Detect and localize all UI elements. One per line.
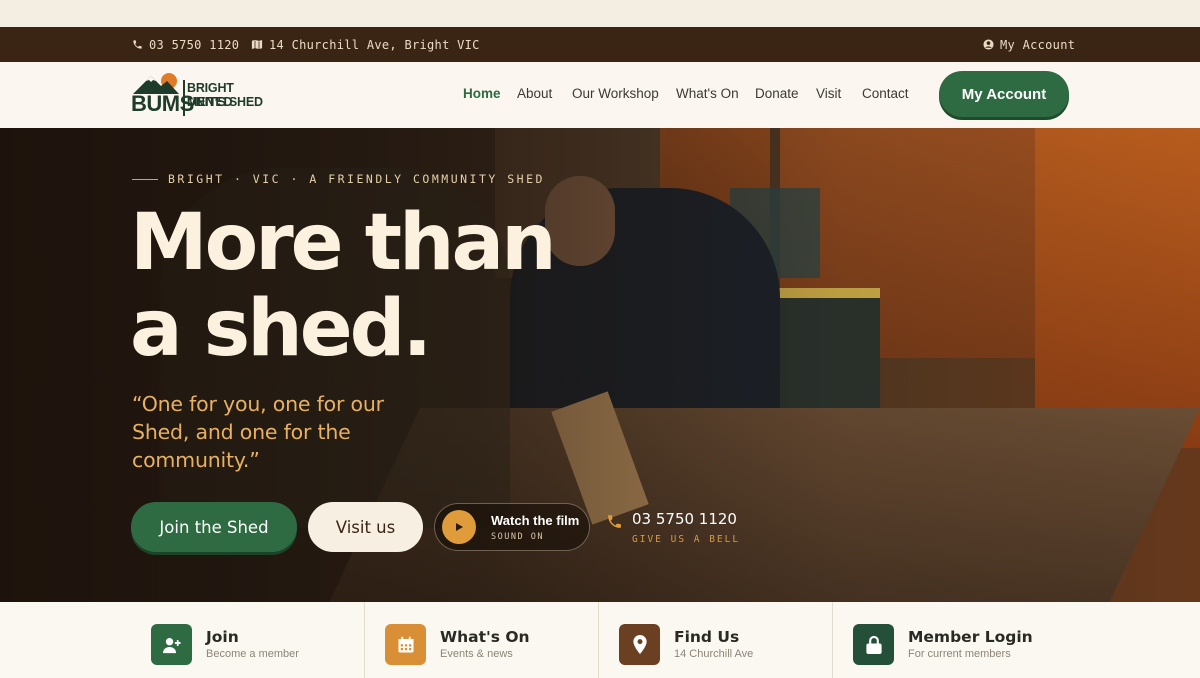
hero-quote: “One for you, one for our Shed, and one … <box>132 392 384 472</box>
hero-title: More than a shed. <box>130 198 557 374</box>
topbar-address-text: 14 Churchill Ave, Bright VIC <box>269 37 480 52</box>
card-whats-on[interactable]: What's On Events & news <box>365 602 599 678</box>
watch-film-button[interactable]: Watch the film SOUND ON <box>434 503 590 551</box>
card-subtitle: Events & news <box>440 648 513 660</box>
topbar-phone-text: 03 5750 1120 <box>149 37 240 52</box>
hero-phone[interactable]: 03 5750 1120 GIVE US A BELL <box>606 510 740 545</box>
user-circle-icon <box>982 39 994 51</box>
card-subtitle: For current members <box>908 648 1011 660</box>
hero-phone-number: 03 5750 1120 <box>632 510 737 528</box>
card-subtitle: Become a member <box>206 648 299 660</box>
visit-us-button[interactable]: Visit us <box>308 502 423 552</box>
play-icon <box>442 510 476 544</box>
map-icon <box>251 39 263 51</box>
film-title: Watch the film <box>491 512 580 528</box>
phone-icon <box>131 39 143 51</box>
card-title: Join <box>206 628 239 646</box>
nav-about[interactable]: About <box>517 86 552 101</box>
quick-links: Join Become a member What's On Events & … <box>0 602 1200 678</box>
nav-our-workshop[interactable]: Our Workshop <box>572 86 659 101</box>
map-pin-icon <box>619 624 660 665</box>
hero-title-line2: a shed. <box>130 284 432 374</box>
film-subtitle: SOUND ON <box>491 531 544 542</box>
eyebrow-line <box>132 178 158 180</box>
phone-icon <box>606 513 623 535</box>
topbar-account-link[interactable]: My Account <box>982 27 1075 62</box>
nav-whats-on[interactable]: What's On <box>676 86 739 101</box>
card-find-us[interactable]: Find Us 14 Churchill Ave <box>599 602 833 678</box>
hero: BRIGHT · VIC · A FRIENDLY COMMUNITY SHED… <box>0 128 1200 602</box>
hero-phone-sub: GIVE US A BELL <box>632 534 741 545</box>
nav-donate[interactable]: Donate <box>755 86 799 101</box>
site-header: BUMS BRIGHT UNITED MEN’S SHED Home About… <box>0 62 1200 128</box>
card-member-login[interactable]: Member Login For current members <box>833 602 1067 678</box>
logo-divider <box>183 80 185 116</box>
nav-home[interactable]: Home <box>463 86 501 101</box>
my-account-button[interactable]: My Account <box>939 71 1069 117</box>
top-bar: 03 5750 1120 14 Churchill Ave, Bright VI… <box>0 27 1200 62</box>
topbar-account-text: My Account <box>1000 37 1076 52</box>
top-strip <box>0 0 1200 27</box>
logo[interactable]: BUMS BRIGHT UNITED MEN’S SHED <box>131 72 276 118</box>
topbar-address[interactable]: 14 Churchill Ave, Bright VIC <box>251 27 480 62</box>
user-plus-icon <box>151 624 192 665</box>
eyebrow-text: BRIGHT · VIC · A FRIENDLY COMMUNITY SHED <box>168 172 545 186</box>
hero-eyebrow: BRIGHT · VIC · A FRIENDLY COMMUNITY SHED <box>132 172 545 186</box>
card-join[interactable]: Join Become a member <box>131 602 365 678</box>
hero-title-line1: More than <box>130 198 557 288</box>
logo-line2: MEN’S SHED <box>187 95 263 109</box>
join-the-shed-button[interactable]: Join the Shed <box>131 502 297 552</box>
calendar-icon <box>385 624 426 665</box>
card-title: What's On <box>440 628 530 646</box>
nav-contact[interactable]: Contact <box>862 86 909 101</box>
card-title: Member Login <box>908 628 1033 646</box>
nav-visit[interactable]: Visit <box>816 86 841 101</box>
card-subtitle: 14 Churchill Ave <box>674 648 754 660</box>
lock-icon <box>853 624 894 665</box>
topbar-phone[interactable]: 03 5750 1120 <box>131 27 239 62</box>
card-title: Find Us <box>674 628 740 646</box>
